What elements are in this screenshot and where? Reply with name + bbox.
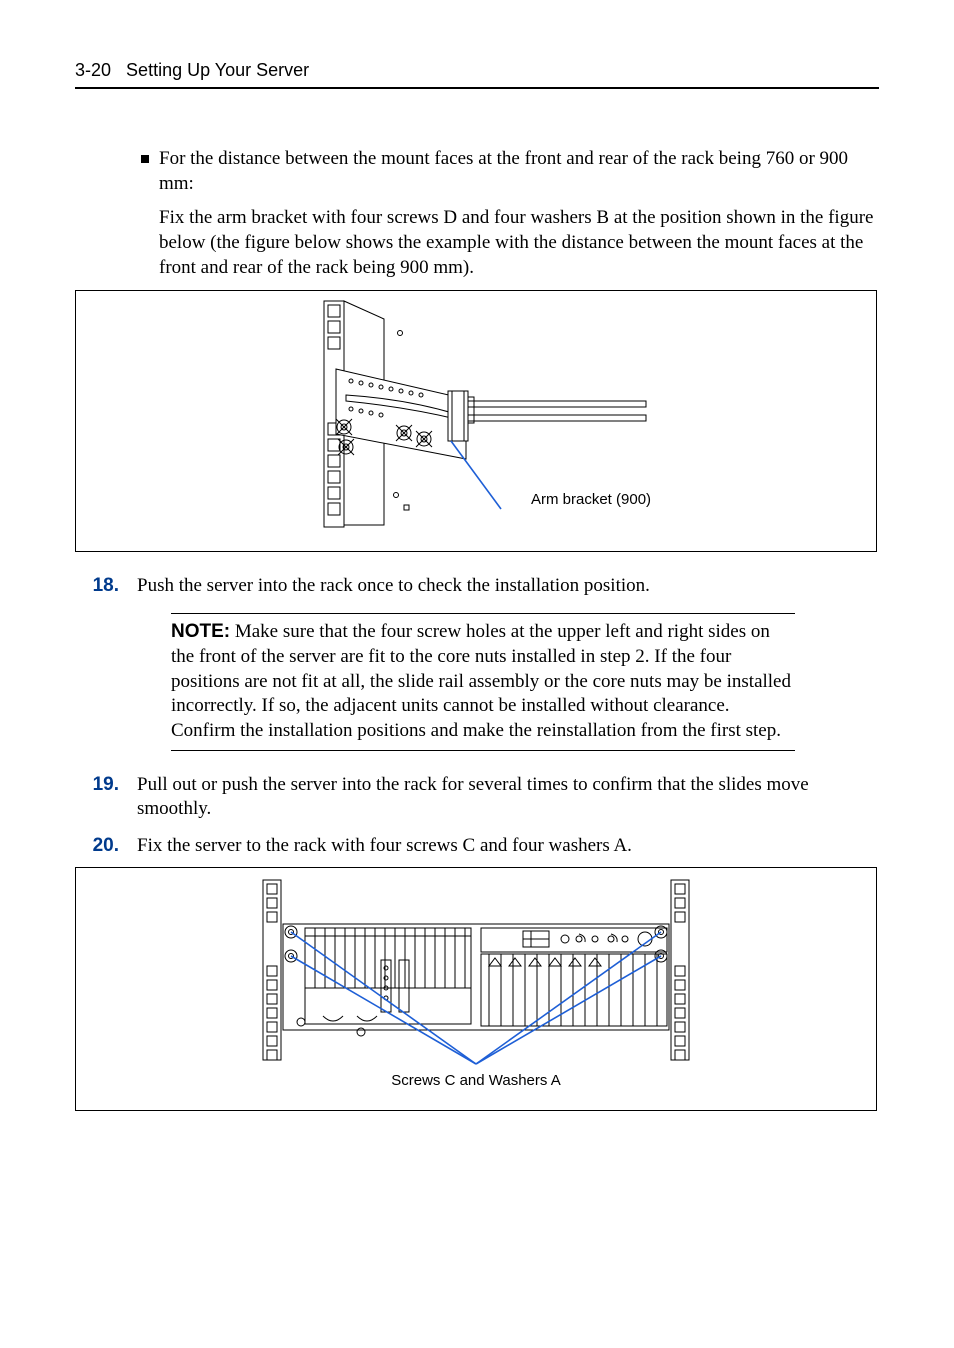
bullet-text: For the distance between the mount faces…	[159, 147, 879, 196]
page: 3-20 Setting Up Your Server For the dist…	[0, 0, 954, 1348]
bullet-item: For the distance between the mount faces…	[141, 147, 879, 196]
note-label: NOTE:	[171, 621, 230, 642]
figure-1: Arm bracket (900)	[75, 290, 877, 552]
section-title: Setting Up Your Server	[126, 60, 309, 80]
step-number: 20.	[75, 834, 119, 859]
page-number: 3-20	[75, 60, 111, 80]
note-text: Make sure that the four screw holes at t…	[171, 621, 791, 741]
figure-1-caption: Arm bracket (900)	[531, 491, 651, 508]
step-text: Fix the server to the rack with four scr…	[137, 834, 879, 859]
page-header: 3-20 Setting Up Your Server	[75, 60, 879, 89]
step-20: 20. Fix the server to the rack with four…	[75, 834, 879, 859]
note-box: NOTE: Make sure that the four screw hole…	[171, 613, 795, 750]
step-number: 18.	[75, 574, 119, 599]
step-text: Pull out or push the server into the rac…	[137, 773, 879, 822]
server-front-diagram	[261, 876, 691, 1066]
figure-2-caption: Screws C and Washers A	[391, 1072, 561, 1089]
bullet-square-icon	[141, 155, 149, 163]
sub-paragraph: Fix the arm bracket with four screws D a…	[159, 206, 879, 280]
step-number: 19.	[75, 773, 119, 798]
step-18: 18. Push the server into the rack once t…	[75, 574, 879, 599]
figure-2: Screws C and Washers A	[75, 867, 877, 1111]
step-19: 19. Pull out or push the server into the…	[75, 773, 879, 822]
step-text: Push the server into the rack once to ch…	[137, 574, 879, 599]
